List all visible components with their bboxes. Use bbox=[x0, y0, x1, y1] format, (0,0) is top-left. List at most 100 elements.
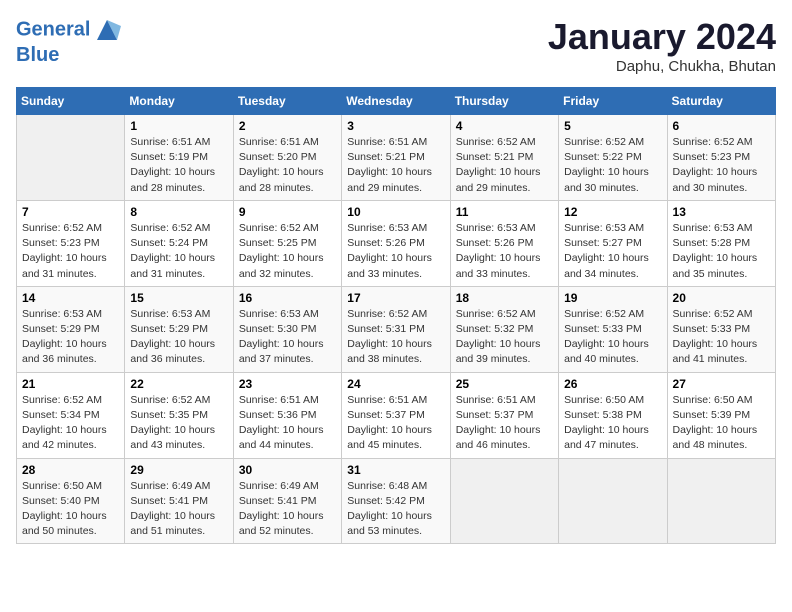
day-info: Sunrise: 6:53 AMSunset: 5:26 PMDaylight:… bbox=[347, 221, 444, 282]
day-info: Sunrise: 6:52 AMSunset: 5:23 PMDaylight:… bbox=[673, 135, 770, 196]
day-cell: 14 Sunrise: 6:53 AMSunset: 5:29 PMDayligh… bbox=[17, 286, 125, 372]
day-info: Sunrise: 6:48 AMSunset: 5:42 PMDaylight:… bbox=[347, 479, 444, 540]
day-info: Sunrise: 6:51 AMSunset: 5:37 PMDaylight:… bbox=[456, 393, 553, 454]
day-cell bbox=[667, 458, 775, 544]
weekday-header-row: SundayMondayTuesdayWednesdayThursdayFrid… bbox=[17, 88, 776, 115]
day-number: 14 bbox=[22, 291, 119, 305]
day-cell: 17 Sunrise: 6:52 AMSunset: 5:31 PMDayligh… bbox=[342, 286, 450, 372]
day-cell: 28Sunrise: 6:50 AMSunset: 5:40 PMDayligh… bbox=[17, 458, 125, 544]
day-cell: 29 Sunrise: 6:49 AMSunset: 5:41 PMDayligh… bbox=[125, 458, 233, 544]
day-number: 17 bbox=[347, 291, 444, 305]
day-number: 7 bbox=[22, 205, 119, 219]
day-cell: 16 Sunrise: 6:53 AMSunset: 5:30 PMDayligh… bbox=[233, 286, 341, 372]
week-row-2: 7 Sunrise: 6:52 AMSunset: 5:23 PMDaylight… bbox=[17, 200, 776, 286]
day-cell: 26 Sunrise: 6:50 AMSunset: 5:38 PMDayligh… bbox=[559, 372, 667, 458]
day-cell: 7 Sunrise: 6:52 AMSunset: 5:23 PMDaylight… bbox=[17, 200, 125, 286]
day-number: 10 bbox=[347, 205, 444, 219]
week-row-4: 21 Sunrise: 6:52 AMSunset: 5:34 PMDayligh… bbox=[17, 372, 776, 458]
day-number: 24 bbox=[347, 377, 444, 391]
day-cell: 24Sunrise: 6:51 AMSunset: 5:37 PMDayligh… bbox=[342, 372, 450, 458]
day-info: Sunrise: 6:53 AMSunset: 5:29 PMDaylight:… bbox=[22, 307, 119, 368]
page-header: General Blue January 2024 Daphu, Chukha,… bbox=[16, 16, 776, 75]
week-row-5: 28Sunrise: 6:50 AMSunset: 5:40 PMDayligh… bbox=[17, 458, 776, 544]
day-cell: 5Sunrise: 6:52 AMSunset: 5:22 PMDaylight… bbox=[559, 115, 667, 201]
day-number: 22 bbox=[130, 377, 227, 391]
day-number: 6 bbox=[673, 119, 770, 133]
day-number: 27 bbox=[673, 377, 770, 391]
day-number: 16 bbox=[239, 291, 336, 305]
day-info: Sunrise: 6:52 AMSunset: 5:21 PMDaylight:… bbox=[456, 135, 553, 196]
day-info: Sunrise: 6:50 AMSunset: 5:39 PMDaylight:… bbox=[673, 393, 770, 454]
day-info: Sunrise: 6:53 AMSunset: 5:30 PMDaylight:… bbox=[239, 307, 336, 368]
day-cell: 2Sunrise: 6:51 AMSunset: 5:20 PMDaylight… bbox=[233, 115, 341, 201]
weekday-sunday: Sunday bbox=[17, 88, 125, 115]
day-cell: 10 Sunrise: 6:53 AMSunset: 5:26 PMDayligh… bbox=[342, 200, 450, 286]
day-number: 20 bbox=[673, 291, 770, 305]
day-info: Sunrise: 6:50 AMSunset: 5:38 PMDaylight:… bbox=[564, 393, 661, 454]
title-block: January 2024 Daphu, Chukha, Bhutan bbox=[548, 16, 776, 75]
day-number: 3 bbox=[347, 119, 444, 133]
day-info: Sunrise: 6:52 AMSunset: 5:32 PMDaylight:… bbox=[456, 307, 553, 368]
day-number: 23 bbox=[239, 377, 336, 391]
day-info: Sunrise: 6:52 AMSunset: 5:33 PMDaylight:… bbox=[673, 307, 770, 368]
day-info: Sunrise: 6:52 AMSunset: 5:24 PMDaylight:… bbox=[130, 221, 227, 282]
day-cell bbox=[450, 458, 558, 544]
day-number: 15 bbox=[130, 291, 227, 305]
day-cell: 6 Sunrise: 6:52 AMSunset: 5:23 PMDaylight… bbox=[667, 115, 775, 201]
day-number: 2 bbox=[239, 119, 336, 133]
day-cell: 4 Sunrise: 6:52 AMSunset: 5:21 PMDaylight… bbox=[450, 115, 558, 201]
day-info: Sunrise: 6:53 AMSunset: 5:27 PMDaylight:… bbox=[564, 221, 661, 282]
day-cell bbox=[17, 115, 125, 201]
day-number: 30 bbox=[239, 463, 336, 477]
calendar-table: SundayMondayTuesdayWednesdayThursdayFrid… bbox=[16, 87, 776, 544]
day-number: 29 bbox=[130, 463, 227, 477]
day-cell: 21 Sunrise: 6:52 AMSunset: 5:34 PMDayligh… bbox=[17, 372, 125, 458]
day-number: 31 bbox=[347, 463, 444, 477]
day-number: 26 bbox=[564, 377, 661, 391]
day-number: 1 bbox=[130, 119, 227, 133]
day-info: Sunrise: 6:52 AMSunset: 5:23 PMDaylight:… bbox=[22, 221, 119, 282]
day-info: Sunrise: 6:53 AMSunset: 5:26 PMDaylight:… bbox=[456, 221, 553, 282]
day-cell: 25 Sunrise: 6:51 AMSunset: 5:37 PMDayligh… bbox=[450, 372, 558, 458]
day-info: Sunrise: 6:49 AMSunset: 5:41 PMDaylight:… bbox=[130, 479, 227, 540]
day-cell: 30 Sunrise: 6:49 AMSunset: 5:41 PMDayligh… bbox=[233, 458, 341, 544]
day-cell: 27 Sunrise: 6:50 AMSunset: 5:39 PMDayligh… bbox=[667, 372, 775, 458]
day-info: Sunrise: 6:50 AMSunset: 5:40 PMDaylight:… bbox=[22, 479, 119, 540]
day-cell: 23 Sunrise: 6:51 AMSunset: 5:36 PMDayligh… bbox=[233, 372, 341, 458]
day-cell: 1 Sunrise: 6:51 AMSunset: 5:19 PMDaylight… bbox=[125, 115, 233, 201]
day-cell: 15 Sunrise: 6:53 AMSunset: 5:29 PMDayligh… bbox=[125, 286, 233, 372]
logo: General Blue bbox=[16, 16, 121, 66]
day-info: Sunrise: 6:49 AMSunset: 5:41 PMDaylight:… bbox=[239, 479, 336, 540]
logo-text: General Blue bbox=[16, 16, 121, 66]
weekday-saturday: Saturday bbox=[667, 88, 775, 115]
day-number: 9 bbox=[239, 205, 336, 219]
day-info: Sunrise: 6:52 AMSunset: 5:31 PMDaylight:… bbox=[347, 307, 444, 368]
weekday-tuesday: Tuesday bbox=[233, 88, 341, 115]
day-number: 12 bbox=[564, 205, 661, 219]
day-cell: 12 Sunrise: 6:53 AMSunset: 5:27 PMDayligh… bbox=[559, 200, 667, 286]
day-number: 13 bbox=[673, 205, 770, 219]
day-number: 21 bbox=[22, 377, 119, 391]
day-info: Sunrise: 6:52 AMSunset: 5:33 PMDaylight:… bbox=[564, 307, 661, 368]
day-info: Sunrise: 6:51 AMSunset: 5:21 PMDaylight:… bbox=[347, 135, 444, 196]
day-number: 4 bbox=[456, 119, 553, 133]
calendar-subtitle: Daphu, Chukha, Bhutan bbox=[548, 58, 776, 75]
weekday-wednesday: Wednesday bbox=[342, 88, 450, 115]
day-info: Sunrise: 6:51 AMSunset: 5:36 PMDaylight:… bbox=[239, 393, 336, 454]
day-info: Sunrise: 6:53 AMSunset: 5:28 PMDaylight:… bbox=[673, 221, 770, 282]
weekday-friday: Friday bbox=[559, 88, 667, 115]
day-cell bbox=[559, 458, 667, 544]
day-cell: 22Sunrise: 6:52 AMSunset: 5:35 PMDayligh… bbox=[125, 372, 233, 458]
day-cell: 18 Sunrise: 6:52 AMSunset: 5:32 PMDayligh… bbox=[450, 286, 558, 372]
day-cell: 31 Sunrise: 6:48 AMSunset: 5:42 PMDayligh… bbox=[342, 458, 450, 544]
day-info: Sunrise: 6:53 AMSunset: 5:29 PMDaylight:… bbox=[130, 307, 227, 368]
day-number: 18 bbox=[456, 291, 553, 305]
day-info: Sunrise: 6:52 AMSunset: 5:22 PMDaylight:… bbox=[564, 135, 661, 196]
day-number: 19 bbox=[564, 291, 661, 305]
day-info: Sunrise: 6:51 AMSunset: 5:19 PMDaylight:… bbox=[130, 135, 227, 196]
day-info: Sunrise: 6:52 AMSunset: 5:34 PMDaylight:… bbox=[22, 393, 119, 454]
day-cell: 20 Sunrise: 6:52 AMSunset: 5:33 PMDayligh… bbox=[667, 286, 775, 372]
week-row-1: 1 Sunrise: 6:51 AMSunset: 5:19 PMDaylight… bbox=[17, 115, 776, 201]
day-cell: 13 Sunrise: 6:53 AMSunset: 5:28 PMDayligh… bbox=[667, 200, 775, 286]
day-number: 25 bbox=[456, 377, 553, 391]
